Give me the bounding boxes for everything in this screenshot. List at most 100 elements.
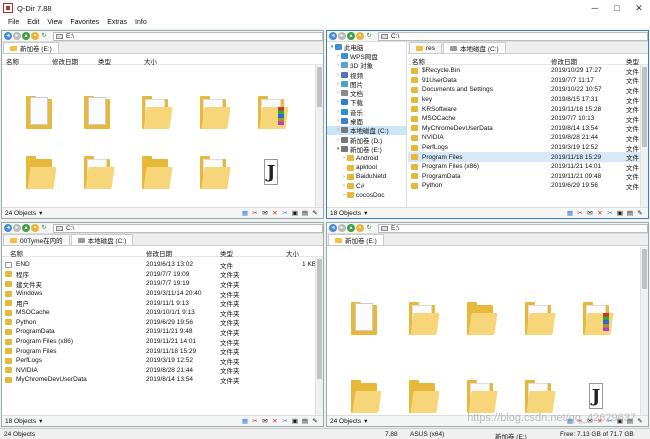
chevron-down-icon[interactable]: ▾ bbox=[39, 417, 42, 425]
rename-icon[interactable]: ✎ bbox=[636, 210, 644, 217]
tree-item[interactable]: › 3D 对象 bbox=[327, 61, 406, 70]
mail-icon[interactable]: ✉ bbox=[261, 210, 269, 217]
tree-item[interactable]: › 视频 bbox=[327, 70, 406, 80]
rename-icon[interactable]: ✎ bbox=[636, 418, 644, 425]
tab-drive-e[interactable]: 新加卷 (E:) bbox=[3, 42, 59, 53]
list-item[interactable]: NVIDIA 2019/8/28 21:44 文件 bbox=[408, 133, 640, 143]
properties-icon[interactable]: ▤ bbox=[301, 210, 309, 217]
mail-icon[interactable]: ✉ bbox=[261, 418, 269, 425]
list-item[interactable]: Documents and Settings 2019/10/22 10:57 文件 bbox=[408, 85, 640, 95]
menu-edit[interactable]: Edit bbox=[23, 19, 43, 26]
menu-favorites[interactable]: Favorites bbox=[66, 19, 103, 26]
folder-thumbnail[interactable] bbox=[70, 129, 128, 189]
path-input[interactable]: E:\ bbox=[378, 223, 648, 233]
folder-thumbnail[interactable] bbox=[511, 335, 569, 413]
view-icon[interactable]: ▦ bbox=[241, 210, 249, 217]
tab-folder[interactable]: 00Tyme在内的 bbox=[3, 234, 70, 245]
close-button[interactable]: ✕ bbox=[628, 0, 650, 16]
folder-thumbnail[interactable] bbox=[511, 257, 569, 335]
folder-icon[interactable]: ▪ bbox=[356, 32, 364, 40]
copy-icon[interactable]: ✂ bbox=[251, 418, 259, 425]
tree-item[interactable]: › C# bbox=[327, 181, 406, 190]
list-item[interactable]: $Recycle.Bin 2019/10/29 17:27 文件 bbox=[408, 66, 640, 76]
paste-icon[interactable]: ▣ bbox=[291, 418, 299, 425]
cut-icon[interactable]: ✂ bbox=[281, 210, 289, 217]
scroll-thumb[interactable] bbox=[642, 67, 647, 147]
list-item[interactable]: END 2019/6/13 13:02 文件 1 KB bbox=[2, 260, 316, 270]
up-icon[interactable]: ▴ bbox=[347, 224, 355, 232]
list-item[interactable]: 建文件夹 2019/7/7 19:19 文件夹 bbox=[2, 279, 315, 289]
folder-thumbnail[interactable] bbox=[453, 335, 511, 413]
forward-icon[interactable]: ▸ bbox=[338, 224, 346, 232]
rename-icon[interactable]: ✎ bbox=[311, 210, 319, 217]
tab-res[interactable]: res bbox=[409, 42, 443, 53]
col-type[interactable]: 类型 bbox=[220, 248, 233, 258]
up-icon[interactable]: ▴ bbox=[347, 32, 355, 40]
forward-icon[interactable]: ▸ bbox=[13, 224, 21, 232]
properties-icon[interactable]: ▤ bbox=[626, 210, 634, 217]
menu-view[interactable]: View bbox=[43, 19, 66, 26]
tree-item[interactable]: › cocosDoc bbox=[327, 191, 406, 200]
forward-icon[interactable]: ▸ bbox=[338, 32, 346, 40]
list-item[interactable]: 用户 2019/11/1 9:13 文件夹 bbox=[2, 298, 315, 308]
chevron-down-icon[interactable]: ▾ bbox=[364, 417, 367, 425]
vertical-scrollbar[interactable] bbox=[315, 65, 323, 207]
properties-icon[interactable]: ▤ bbox=[301, 418, 309, 425]
list-item[interactable]: MyChromeDevUserData 2019/8/14 13:54 文件 bbox=[408, 124, 640, 133]
list-item[interactable]: PerfLogs 2019/3/19 12:52 文件夹 bbox=[2, 356, 315, 366]
list-item[interactable]: PerfLogs 2019/3/19 12:52 文件 bbox=[408, 143, 640, 153]
list-item[interactable]: Program Files 2019/11/18 15:29 文件夹 bbox=[2, 346, 315, 356]
list-item[interactable]: MSOCache 2019/7/7 10:13 文件 bbox=[408, 114, 640, 124]
up-icon[interactable]: ▴ bbox=[22, 32, 30, 40]
chevron-down-icon[interactable]: ▾ bbox=[39, 209, 42, 217]
path-input[interactable]: C:\ bbox=[53, 223, 323, 233]
refresh-icon[interactable]: ↻ bbox=[40, 224, 48, 232]
tree-item[interactable]: › 音乐 bbox=[327, 107, 406, 117]
cut-icon[interactable]: ✂ bbox=[281, 418, 289, 425]
list-item[interactable]: Program Files 2019/11/18 15:29 文件 bbox=[408, 152, 640, 162]
delete-icon[interactable]: ✕ bbox=[271, 210, 279, 217]
folder-thumbnail[interactable] bbox=[186, 69, 244, 129]
menu-extras[interactable]: Extras bbox=[103, 19, 131, 26]
folder-thumbnail[interactable] bbox=[395, 335, 453, 413]
forward-icon[interactable]: ▸ bbox=[13, 32, 21, 40]
folder-thumbnail[interactable]: J bbox=[569, 335, 627, 413]
folder-thumbnail[interactable] bbox=[337, 257, 395, 335]
maximize-button[interactable]: □ bbox=[606, 0, 628, 16]
folder-thumbnail[interactable] bbox=[244, 69, 302, 129]
view-icon[interactable]: ▦ bbox=[566, 210, 574, 217]
col-date[interactable]: 修改日期 bbox=[146, 248, 172, 258]
list-item[interactable]: Windows 2019/3/11/14 20:40 文件夹 bbox=[2, 289, 315, 299]
folder-thumbnail[interactable] bbox=[453, 257, 511, 335]
folder-thumbnail[interactable] bbox=[337, 335, 395, 413]
folder-icon[interactable]: ▪ bbox=[31, 224, 39, 232]
tree-item[interactable]: › 下载 bbox=[327, 98, 406, 107]
list-item[interactable]: Program Files (x86) 2019/11/21 14:01 文件 bbox=[408, 162, 640, 172]
col-size[interactable]: 大小 bbox=[144, 56, 157, 66]
delete-icon[interactable]: ✕ bbox=[271, 418, 279, 425]
menu-file[interactable]: File bbox=[4, 19, 23, 26]
up-icon[interactable]: ▴ bbox=[22, 224, 30, 232]
col-type[interactable]: 类型 bbox=[98, 56, 111, 66]
minimize-button[interactable]: ─ bbox=[584, 0, 606, 16]
list-item[interactable]: Python 2019/6/29 19:56 文件 bbox=[408, 181, 640, 191]
list-item[interactable]: ProgramData 2019/11/21 09:48 文件 bbox=[408, 172, 640, 181]
back-icon[interactable]: ◂ bbox=[329, 224, 337, 232]
paste-icon[interactable]: ▣ bbox=[291, 210, 299, 217]
refresh-icon[interactable]: ↻ bbox=[40, 32, 48, 40]
col-name[interactable]: 名称 bbox=[412, 56, 425, 66]
folder-thumbnail[interactable] bbox=[70, 69, 128, 129]
menu-info[interactable]: Info bbox=[131, 19, 151, 26]
col-date[interactable]: 修改日期 bbox=[52, 56, 78, 66]
list-item[interactable]: key 2019/8/15 17:31 文件 bbox=[408, 95, 640, 105]
cut-icon[interactable]: ✂ bbox=[606, 210, 614, 217]
vertical-scrollbar[interactable] bbox=[640, 247, 648, 415]
vertical-scrollbar[interactable] bbox=[315, 257, 323, 415]
folder-thumbnail[interactable] bbox=[12, 69, 70, 129]
folder-thumbnail[interactable] bbox=[186, 129, 244, 189]
tree-item[interactable]: › Android bbox=[327, 154, 406, 163]
scroll-thumb[interactable] bbox=[317, 67, 322, 107]
delete-icon[interactable]: ✕ bbox=[596, 210, 604, 217]
tree-item[interactable]: › 文档 bbox=[327, 88, 406, 98]
list-item[interactable]: Program Files (x86) 2019/11/21 14:01 文件夹 bbox=[2, 337, 315, 347]
